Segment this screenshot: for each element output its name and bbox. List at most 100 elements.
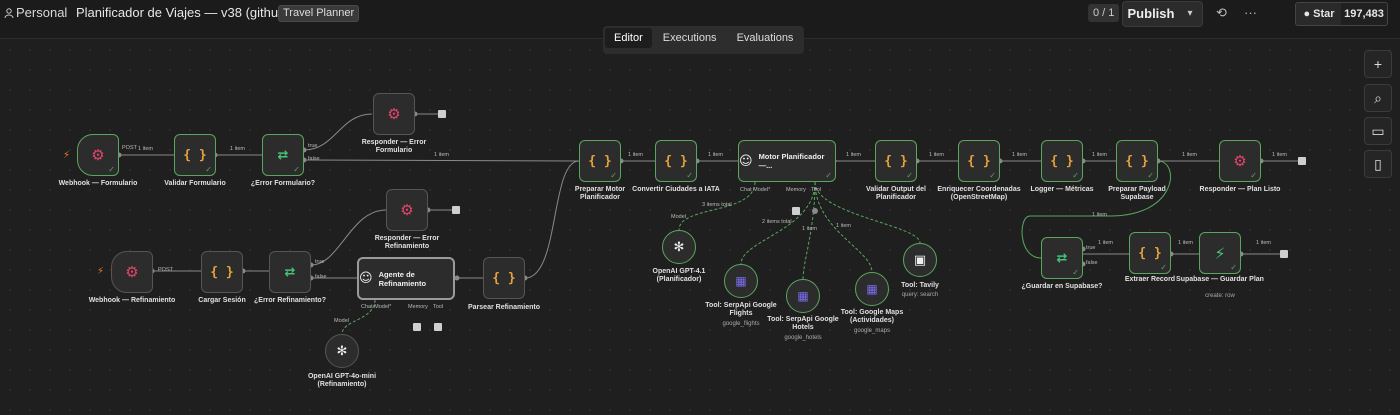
if-icon: ⇄	[277, 147, 289, 163]
port-label-model: Model	[671, 214, 686, 220]
node-tavily[interactable]: ▣	[903, 243, 937, 277]
code-icon: { }	[1050, 153, 1074, 169]
node-convertir-iata[interactable]: { } ✓	[655, 140, 697, 182]
check-icon: ✓	[989, 171, 996, 180]
tavily-icon: ▣	[913, 252, 927, 268]
code-icon: { }	[492, 270, 516, 286]
node-label: Webhook — Formulario	[58, 180, 138, 187]
node-serpapi-flights[interactable]: ▦	[724, 264, 758, 298]
node-subtitle: google_hotels	[784, 335, 822, 341]
check-icon: ✓	[108, 165, 115, 174]
edge-label-three-items: 3 items total	[702, 202, 732, 208]
node-subtitle: google_maps	[853, 328, 891, 334]
edge-label-count: 1 item	[1092, 212, 1107, 218]
edge-label-count: 1 item	[1092, 152, 1107, 158]
node-webhook-formulario[interactable]: ⚙ ✓	[77, 134, 119, 176]
node-serpapi-hotels[interactable]: ▦	[786, 279, 820, 313]
node-label: Responder — Error Refinamiento	[374, 235, 440, 250]
check-icon: ✓	[686, 171, 693, 180]
robot-icon: ☺	[739, 153, 753, 169]
code-icon: { }	[1138, 245, 1162, 261]
edge-label-false: false	[1086, 260, 1098, 266]
node-error-refinamiento[interactable]: ⇄	[269, 251, 311, 293]
if-icon: ⇄	[284, 264, 296, 280]
node-title: Motor Planificador —...	[758, 152, 825, 170]
node-parsear-refinamiento[interactable]: { }	[483, 257, 525, 299]
node-cargar-sesion[interactable]: { }	[201, 251, 243, 293]
node-label: Preparar Payload Supabase	[1108, 186, 1166, 201]
node-guardar-supabase[interactable]: ⇄ ✓	[1041, 237, 1083, 279]
port-label-tool: Tool	[433, 304, 444, 310]
check-icon: ✓	[1072, 268, 1079, 277]
node-label: Tool: Google Maps (Actividades)	[840, 309, 904, 324]
trigger-bolt-icon: ⚡	[97, 266, 105, 277]
node-enriquecer-coordenadas[interactable]: { } ✓	[958, 140, 1000, 182]
node-openai-gpt4o-mini[interactable]: ✻	[325, 334, 359, 368]
edge-label-count: 1 item	[1178, 240, 1193, 246]
edge-label-count: 1 item	[929, 152, 944, 158]
port-label-model: Model	[334, 318, 349, 324]
check-icon: ✓	[1250, 171, 1257, 180]
code-icon: { }	[183, 147, 207, 163]
node-subtitle: create: row	[1205, 293, 1235, 299]
node-title: Agente de Refinamiento	[378, 269, 427, 288]
connections	[116, 110, 1306, 335]
node-preparar-payload[interactable]: { } ✓	[1116, 140, 1158, 182]
node-motor-planificador[interactable]: ☺ Motor Planificador —... ✓	[738, 140, 836, 182]
edge-label-count: 1 item	[1272, 152, 1287, 158]
node-responder-plan-listo[interactable]: ⚙ ✓	[1219, 140, 1261, 182]
edge-label-post: POST	[158, 267, 173, 273]
edge-label-false: false	[315, 274, 327, 280]
node-responder-error-refinamiento[interactable]: ⚙	[386, 189, 428, 231]
node-supabase-guardar-plan[interactable]: ⚡ ✓	[1199, 232, 1241, 274]
serpapi-icon: ▦	[797, 289, 809, 303]
edge-label-count: 1 item	[230, 146, 245, 152]
node-validar-output[interactable]: { } ✓	[875, 140, 917, 182]
edge-label-count: 1 item	[846, 152, 861, 158]
check-icon: ✓	[293, 165, 300, 174]
edge-label-count: 1 item	[138, 146, 153, 152]
robot-icon: ☺	[359, 271, 373, 286]
node-subtitle: query: search	[901, 292, 939, 298]
serpapi-icon: ▦	[735, 274, 747, 288]
node-preparar-motor[interactable]: { } ✓	[579, 140, 621, 182]
edge-label-post: POST	[122, 145, 137, 151]
port-label-memory: Memory	[786, 187, 806, 193]
node-label: OpenAI GPT-4.1 (Planificador)	[652, 268, 706, 283]
edge-label-count: 1 item	[708, 152, 723, 158]
supabase-icon: ⚡	[1214, 243, 1226, 263]
node-label: Parsear Refinamiento	[468, 304, 540, 311]
check-icon: ✓	[1230, 263, 1237, 272]
node-validar-formulario[interactable]: { } ✓	[174, 134, 216, 176]
node-openai-gpt41[interactable]: ✻	[662, 230, 696, 264]
port-label-tool: Tool	[811, 187, 822, 193]
check-icon: ✓	[825, 171, 832, 180]
webhook-icon: ⚙	[387, 105, 401, 123]
check-icon: ✓	[1160, 263, 1167, 272]
edge-label-count: 1 item	[628, 152, 643, 158]
edge-label-count: 1 item	[802, 226, 817, 232]
node-responder-error-formulario[interactable]: ⚙	[373, 93, 415, 135]
code-icon: { }	[884, 153, 908, 169]
node-label: Responder — Error Formulario	[361, 139, 427, 154]
node-label: OpenAI GPT-4o-mini (Refinamiento)	[307, 373, 377, 388]
code-icon: { }	[210, 264, 234, 280]
node-logger-metricas[interactable]: { } ✓	[1041, 140, 1083, 182]
node-agente-refinamiento[interactable]: ☺ Agente de Refinamiento	[357, 257, 455, 300]
webhook-icon: ⚙	[400, 201, 414, 219]
edge-label-count: 1 item	[1012, 152, 1027, 158]
trigger-bolt-icon: ⚡	[63, 150, 71, 161]
node-label: Enriquecer Coordenadas (OpenStreetMap)	[937, 186, 1021, 201]
node-webhook-refinamiento[interactable]: ⚙	[111, 251, 153, 293]
node-label: Supabase — Guardar Plan	[1176, 276, 1264, 283]
node-label: ¿Guardar en Supabase?	[1021, 283, 1103, 290]
node-error-formulario[interactable]: ⇄ ✓	[262, 134, 304, 176]
check-icon: ✓	[205, 165, 212, 174]
node-label: Convertir Ciudades a IATA	[632, 186, 720, 193]
check-icon: ✓	[906, 171, 913, 180]
edge-label-false: false	[308, 156, 320, 162]
edge-label-true: true	[315, 259, 325, 265]
edge-label-true: true	[1086, 245, 1096, 251]
node-label: ¿Error Refinamiento?	[254, 297, 326, 304]
node-extraer-record[interactable]: { } ✓	[1129, 232, 1171, 274]
